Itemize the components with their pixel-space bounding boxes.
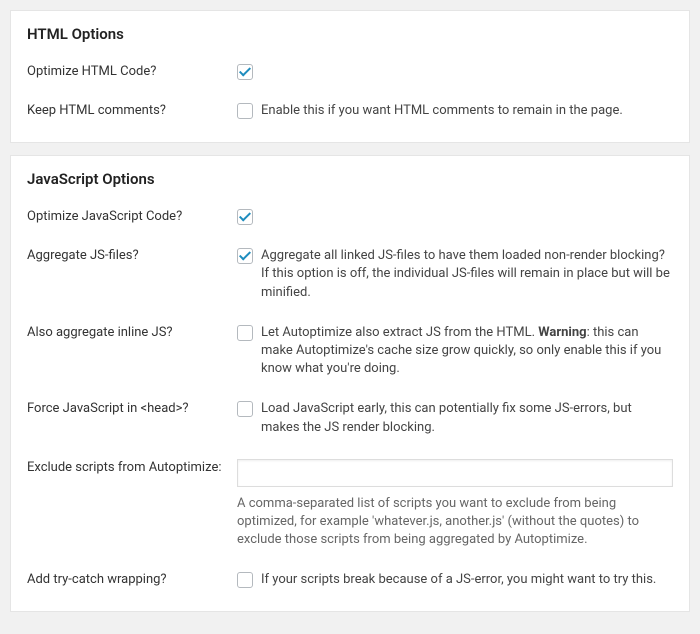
aggregate-inline-js-checkbox[interactable]	[237, 325, 253, 341]
try-catch-description: If your scripts break because of a JS-er…	[261, 571, 656, 589]
optimize-html-control	[237, 63, 673, 80]
exclude-scripts-row: Exclude scripts from Autoptimize: A comm…	[27, 459, 673, 550]
exclude-scripts-input[interactable]	[237, 459, 673, 487]
force-head-checkbox[interactable]	[237, 401, 253, 417]
optimize-html-checkbox[interactable]	[237, 64, 253, 80]
aggregate-inline-js-control: Let Autoptimize also extract JS from the…	[237, 324, 673, 379]
exclude-scripts-control: A comma-separated list of scripts you wa…	[237, 459, 673, 550]
html-options-panel: HTML Options Optimize HTML Code? Keep HT…	[10, 10, 690, 143]
aggregate-inline-js-checkbox-line: Let Autoptimize also extract JS from the…	[237, 324, 673, 379]
keep-comments-checkbox-line: Enable this if you want HTML comments to…	[237, 102, 673, 120]
keep-comments-row: Keep HTML comments? Enable this if you w…	[27, 102, 673, 120]
aggregate-js-control: Aggregate all linked JS-files to have th…	[237, 247, 673, 302]
force-head-description: Load JavaScript early, this can potentia…	[261, 400, 673, 436]
force-head-row: Force JavaScript in <head>? Load JavaScr…	[27, 400, 673, 436]
aggregate-inline-desc-prefix: Let Autoptimize also extract JS from the…	[261, 325, 538, 340]
optimize-js-checkbox[interactable]	[237, 209, 253, 225]
aggregate-js-description: Aggregate all linked JS-files to have th…	[261, 247, 673, 302]
exclude-scripts-label: Exclude scripts from Autoptimize:	[27, 459, 237, 475]
try-catch-row: Add try-catch wrapping? If your scripts …	[27, 571, 673, 589]
html-options-title: HTML Options	[27, 25, 673, 43]
try-catch-control: If your scripts break because of a JS-er…	[237, 571, 673, 589]
js-options-panel: JavaScript Options Optimize JavaScript C…	[10, 155, 690, 612]
optimize-js-control	[237, 208, 673, 225]
force-head-checkbox-line: Load JavaScript early, this can potentia…	[237, 400, 673, 436]
force-head-label: Force JavaScript in <head>?	[27, 400, 237, 416]
keep-comments-checkbox[interactable]	[237, 103, 253, 119]
aggregate-js-checkbox[interactable]	[237, 248, 253, 264]
optimize-js-label: Optimize JavaScript Code?	[27, 208, 237, 224]
keep-comments-control: Enable this if you want HTML comments to…	[237, 102, 673, 120]
js-options-title: JavaScript Options	[27, 170, 673, 188]
optimize-js-row: Optimize JavaScript Code?	[27, 208, 673, 225]
optimize-html-checkbox-line	[237, 63, 673, 80]
try-catch-checkbox-line: If your scripts break because of a JS-er…	[237, 571, 673, 589]
aggregate-js-row: Aggregate JS-files? Aggregate all linked…	[27, 247, 673, 302]
aggregate-inline-desc-warning: Warning	[538, 325, 586, 340]
try-catch-checkbox[interactable]	[237, 572, 253, 588]
aggregate-js-checkbox-line: Aggregate all linked JS-files to have th…	[237, 247, 673, 302]
aggregate-js-label: Aggregate JS-files?	[27, 247, 237, 263]
keep-comments-label: Keep HTML comments?	[27, 102, 237, 118]
force-head-control: Load JavaScript early, this can potentia…	[237, 400, 673, 436]
aggregate-inline-js-row: Also aggregate inline JS? Let Autoptimiz…	[27, 324, 673, 379]
optimize-html-label: Optimize HTML Code?	[27, 63, 237, 79]
keep-comments-description: Enable this if you want HTML comments to…	[261, 102, 623, 120]
aggregate-inline-js-description: Let Autoptimize also extract JS from the…	[261, 324, 673, 379]
aggregate-inline-js-label: Also aggregate inline JS?	[27, 324, 237, 340]
exclude-scripts-help: A comma-separated list of scripts you wa…	[237, 495, 673, 550]
optimize-js-checkbox-line	[237, 208, 673, 225]
optimize-html-row: Optimize HTML Code?	[27, 63, 673, 80]
try-catch-label: Add try-catch wrapping?	[27, 571, 237, 587]
